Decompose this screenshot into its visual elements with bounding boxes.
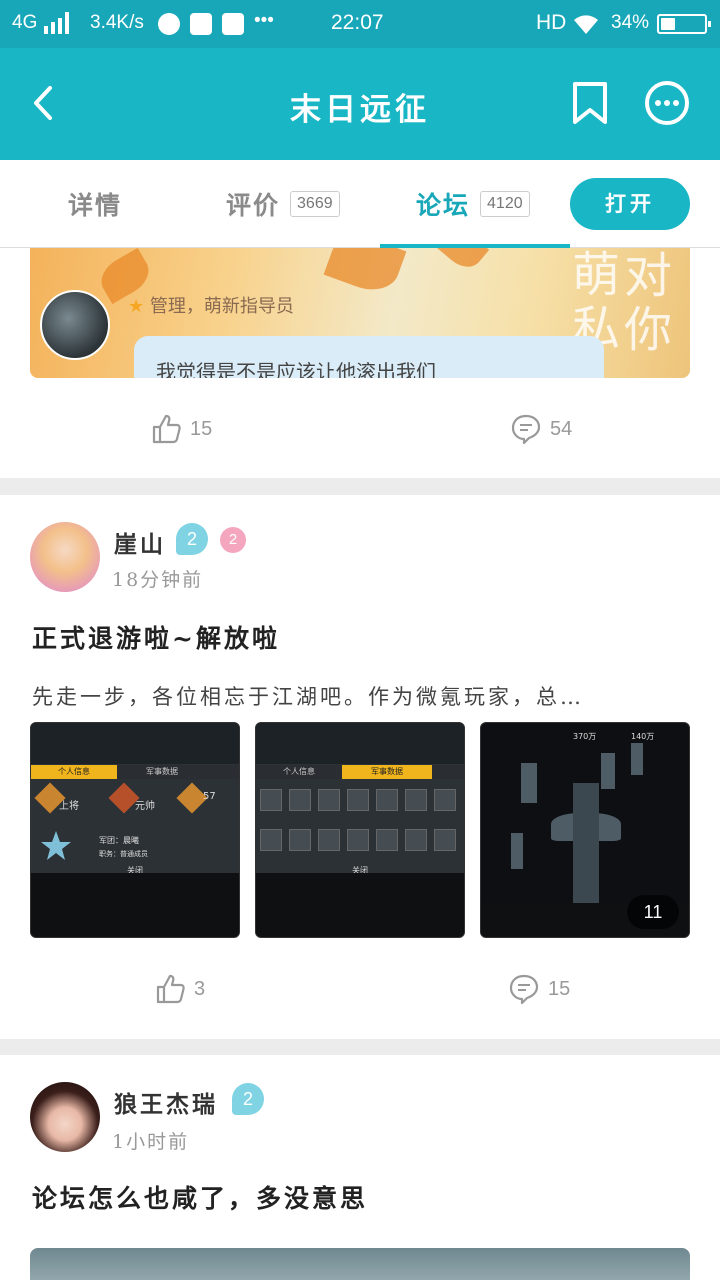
author-name[interactable]: 崖山 <box>114 525 166 559</box>
tab-forum[interactable]: 论坛 4120 <box>416 160 530 248</box>
post-excerpt[interactable]: 先走一步，各位相忘于江湖吧。作为微氪玩家，总… <box>32 681 682 711</box>
equipment-slot <box>434 829 456 851</box>
comment-button[interactable]: 15 <box>508 969 570 1009</box>
clock: 22:07 <box>331 11 384 34</box>
quoted-text: 我觉得是不是应该让他滚出我们 <box>134 336 604 378</box>
post-time: 1小时前 <box>112 1131 190 1153</box>
title-bar: 末日远征 <box>0 48 720 160</box>
like-button[interactable]: 15 <box>150 409 212 449</box>
post-thumbnail[interactable]: 370万 140万 11 <box>480 722 690 938</box>
more-images-count[interactable]: 11 <box>627 895 679 929</box>
comment-button[interactable]: 54 <box>510 409 572 449</box>
equipment-slot <box>260 789 282 811</box>
post-card[interactable]: 狼王杰瑞 2 1小时前 论坛怎么也咸了，多没意思 <box>0 1055 720 1280</box>
tab-count: 4120 <box>480 191 530 217</box>
tab-label: 评价 <box>226 191 281 220</box>
bookmark-icon[interactable] <box>565 78 615 128</box>
post-card[interactable]: 萌 对 私 你 ★ 管理，萌新指导员 我觉得是不是应该让他滚出我们 15 54 <box>0 248 720 478</box>
position-text: 职务：普通成员 <box>99 850 148 858</box>
legion-text: 军团：晨曦 <box>99 836 139 845</box>
comment-count: 15 <box>548 977 571 1000</box>
comment-count: 54 <box>550 417 573 440</box>
level-badge: 2 <box>176 523 208 555</box>
equipment-slot <box>405 789 427 811</box>
equipment-slot <box>376 789 398 811</box>
rank-text: 57 <box>203 791 216 802</box>
image-gallery: 个人信息 军事数据 上将 元帅 57 军团：晨曦 职务：普通成员 关闭 个人信息 <box>30 722 690 938</box>
resource-value: 370万 <box>573 732 597 741</box>
equipment-slot <box>347 829 369 851</box>
equipment-slot <box>289 829 311 851</box>
gender-badge: 2 <box>220 527 246 553</box>
avatar[interactable] <box>30 522 100 592</box>
post-title[interactable]: 论坛怎么也咸了，多没意思 <box>32 1179 368 1215</box>
rank-text: 元帅 <box>135 801 155 812</box>
like-button[interactable]: 3 <box>154 969 205 1009</box>
post-card[interactable]: 崖山 2 2 18分钟前 正式退游啦~解放啦 先走一步，各位相忘于江湖吧。作为微… <box>0 495 720 1039</box>
equipment-slot <box>347 789 369 811</box>
comment-icon <box>511 414 541 445</box>
like-count: 3 <box>194 977 206 1000</box>
comment-icon <box>509 974 539 1005</box>
wifi-icon <box>574 15 598 34</box>
post-title[interactable]: 正式退游啦~解放啦 <box>32 619 280 655</box>
star-icon: ★ <box>128 296 145 317</box>
tab-details[interactable]: 详情 <box>68 160 122 248</box>
tab-label: 论坛 <box>416 191 471 220</box>
post-image[interactable] <box>30 1248 690 1280</box>
game-tab: 军事数据 <box>146 767 178 776</box>
decorative-text: 你 <box>623 302 672 358</box>
post-time: 18分钟前 <box>112 569 204 591</box>
resource-value: 140万 <box>631 732 655 741</box>
role-label: ★ 管理，萌新指导员 <box>128 292 294 318</box>
equipment-slot <box>260 829 282 851</box>
more-circle-icon[interactable] <box>642 78 692 128</box>
avatar[interactable] <box>30 1082 100 1152</box>
game-tab: 军事数据 <box>342 765 432 779</box>
role-text: 管理，萌新指导员 <box>149 296 294 317</box>
post-thumbnail[interactable]: 个人信息 军事数据 关闭 <box>255 722 465 938</box>
network-type: 4G <box>12 12 38 33</box>
equipment-slot <box>289 789 311 811</box>
game-tab: 个人信息 <box>31 765 117 779</box>
tab-count: 3669 <box>290 191 340 217</box>
equipment-slot <box>318 829 340 851</box>
post-image[interactable]: 萌 对 私 你 ★ 管理，萌新指导员 我觉得是不是应该让他滚出我们 <box>30 248 690 378</box>
hd-indicator: HD <box>536 11 567 34</box>
equipment-slot <box>376 829 398 851</box>
equipment-slot <box>405 829 427 851</box>
star-emblem-icon <box>41 831 71 860</box>
author-name[interactable]: 狼王杰瑞 <box>114 1085 218 1119</box>
status-bar: 4G 3.4K/s ••• 22:07 HD 34% <box>0 0 720 48</box>
battery-icon <box>657 14 711 34</box>
tab-label: 详情 <box>68 191 123 220</box>
thumbs-up-icon <box>152 414 181 444</box>
vivo-store-icon <box>222 13 244 35</box>
equipment-slot <box>434 789 456 811</box>
more-notifications-icon: ••• <box>254 10 274 31</box>
network-speed: 3.4K/s <box>90 12 144 33</box>
open-button[interactable]: 打开 <box>570 178 690 230</box>
equipment-slot <box>318 789 340 811</box>
avatar <box>40 290 110 360</box>
decorative-text: 对 <box>623 248 672 304</box>
post-thumbnail[interactable]: 个人信息 军事数据 上将 元帅 57 军团：晨曦 职务：普通成员 关闭 <box>30 722 240 938</box>
decorative-text: 萌 <box>571 248 620 303</box>
browser-icon <box>190 13 212 35</box>
rank-text: 上将 <box>59 801 79 812</box>
tab-reviews[interactable]: 评价 3669 <box>226 160 340 248</box>
thumbs-up-icon <box>156 974 185 1004</box>
signal-icon <box>44 12 74 34</box>
qq-icon <box>158 13 180 35</box>
like-count: 15 <box>190 417 213 440</box>
level-badge: 2 <box>232 1083 264 1115</box>
battery-percent: 34% <box>611 12 650 33</box>
game-tab: 个人信息 <box>283 767 315 776</box>
